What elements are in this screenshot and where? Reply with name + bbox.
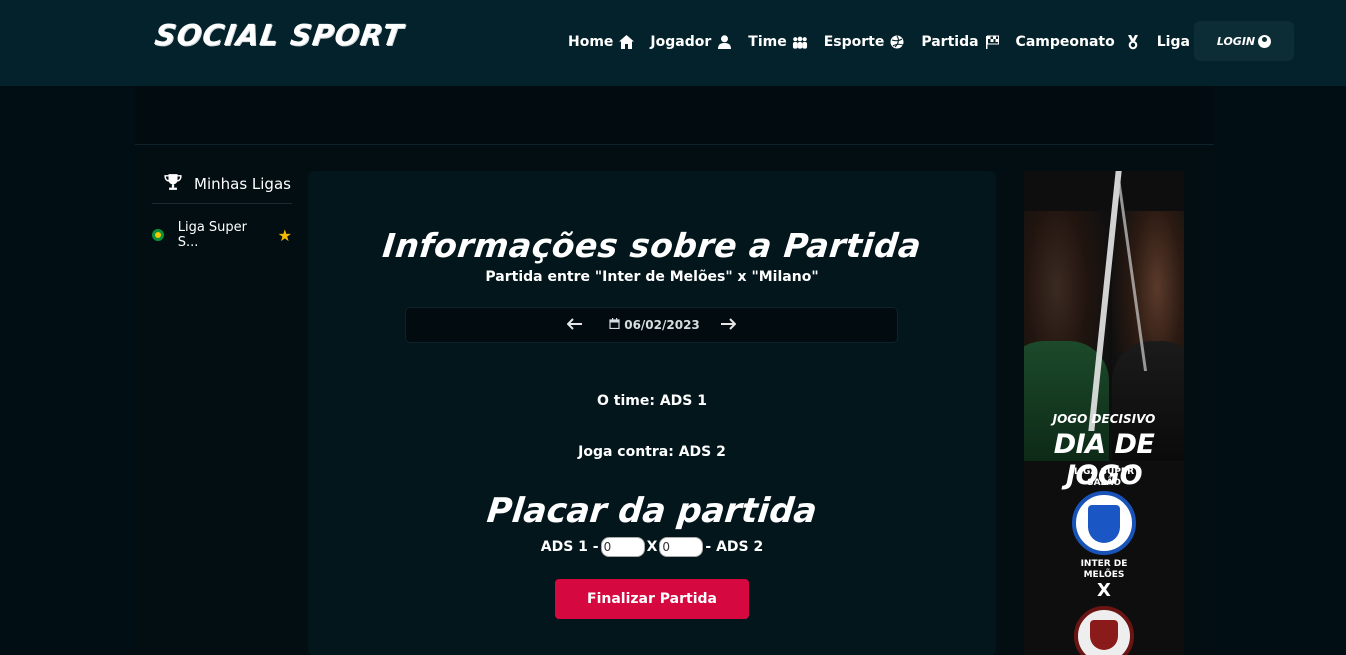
away-score-input[interactable] [659,537,704,557]
user-icon [716,34,732,50]
brazil-flag-icon [152,229,164,241]
sidebar-title-label: Minhas Ligas [194,175,291,193]
main-nav: Home Jogador Time Esporte Partida Campeo… [568,30,1232,54]
nav-item-label: Esporte [823,34,885,50]
nav-item-home[interactable]: Home [568,34,634,50]
home-score-input[interactable] [600,537,645,557]
banner-league: LIGA SUPER SALÃO [1073,467,1135,488]
banner-vs: X [1097,580,1111,601]
match-date: 06/02/2023 [624,318,700,332]
nav-item-label: Jogador [650,34,712,50]
user-circle-icon [1258,34,1272,48]
arrow-right-icon[interactable] [720,315,737,335]
top-navbar: SOCIAL SPORT Home Jogador Time Esporte P… [0,0,1346,86]
banner-player-right [1112,211,1184,461]
score-title: Placar da partida [485,491,819,531]
nav-item-jogador[interactable]: Jogador [650,34,732,50]
opponent-line: Joga contra: ADS 2 [578,444,726,460]
finish-match-button[interactable]: Finalizar Partida [555,579,749,619]
league-label: Liga Super S... [177,220,248,250]
sidebar-title: Minhas Ligas [152,170,292,198]
banner-small-text: JOGO DECISIVO [1052,412,1156,426]
calendar-icon [609,318,620,332]
sidebar-item-league[interactable]: Liga Super S... ★ [152,220,292,250]
team-crest-icon [1074,606,1134,655]
login-label: LOGIN [1216,34,1256,48]
medal-icon [1125,34,1141,50]
page-title: Informações sobre a Partida [380,226,924,265]
banner-team: INTER DE MELÕES [1080,559,1128,580]
nav-item-time[interactable]: Time [748,34,807,50]
star-icon[interactable]: ★ [278,226,292,245]
arrow-left-icon[interactable] [566,315,583,335]
away-team-label: - ADS 2 [705,539,764,555]
nav-item-esporte[interactable]: Esporte [824,34,906,50]
soccer-crest-icon [1072,491,1136,555]
home-team-label: ADS 1 - [540,539,599,555]
nav-item-label: Partida [921,34,979,50]
home-icon [618,34,634,50]
score-row: ADS 1 - X - ADS 2 [308,537,996,557]
volleyball-icon [889,34,905,50]
nav-item-partida[interactable]: Partida [921,34,999,50]
match-info-card: Informações sobre a Partida Partida entr… [308,171,996,655]
nav-item-campeonato[interactable]: Campeonato [1016,34,1141,50]
nav-item-label: Time [748,34,787,50]
trophy-icon [164,174,182,194]
match-subtitle: Partida entre "Inter de Melões" x "Milan… [485,269,819,285]
users-icon [792,34,808,50]
promo-banner[interactable]: JOGO DECISIVO DIA DE JOGO LIGA SUPER SAL… [1024,171,1184,655]
team-line: O time: ADS 1 [597,393,707,409]
container-header [135,86,1214,145]
login-button[interactable]: LOGIN [1194,21,1294,61]
date-navigator: 06/02/2023 [405,307,898,343]
nav-item-label: Campeonato [1015,34,1115,50]
nav-item-label: Home [568,34,614,50]
brand-logo[interactable]: SOCIAL SPORT [153,18,406,52]
sidebar-divider [152,203,292,204]
flag-checkered-icon [984,34,1000,50]
nav-item-label: Liga [1156,34,1190,50]
sidebar: Minhas Ligas Liga Super S... ★ [152,170,292,250]
score-separator: X [646,539,658,555]
